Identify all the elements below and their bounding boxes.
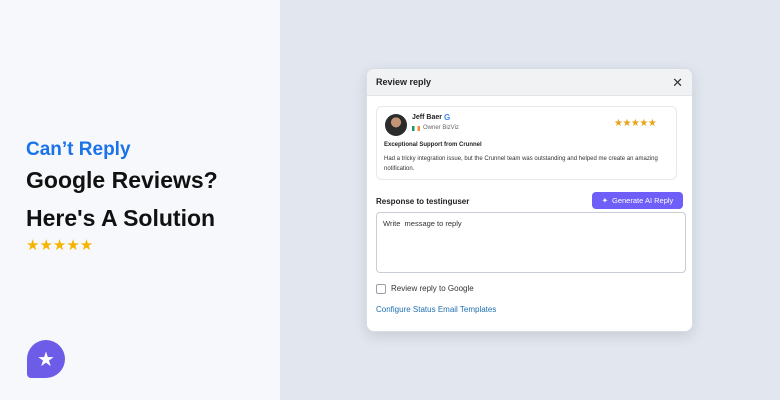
hero-line-3: Here's A Solution [26,205,216,231]
reply-textarea[interactable] [376,212,686,273]
owner-label: Owner BizViz [423,125,459,131]
generate-ai-reply-label: Generate AI Reply [612,196,674,205]
review-reply-google-checkbox[interactable] [376,284,386,294]
review-text: Had a tricky integration issue, but the … [384,156,658,172]
hero-line-2: Google Reviews? [26,167,218,193]
generate-ai-reply-button[interactable]: ✦ Generate AI Reply [592,192,683,209]
google-icon: G [444,113,451,122]
configure-templates-link[interactable]: Configure Status Email Templates [376,305,496,314]
brand-logo: ★ [27,340,65,378]
review-reply-google-label: Review reply to Google [391,284,474,293]
avatar [385,114,407,136]
flag-icon [412,126,420,131]
modal-title: Review reply [376,77,432,87]
hero-stars: ★★★★★ [26,237,94,254]
star-icon: ★ [37,348,55,371]
left-panel: Can’t Reply Google Reviews? Here's A Sol… [0,0,280,400]
modal-header: Review reply ✕ [367,69,692,96]
sparkle-icon: ✦ [601,196,608,205]
hero-line-1: Can’t Reply [26,139,131,160]
review-title: Exceptional Support from Crunnel [384,142,482,148]
response-label: Response to testinguser [376,197,470,206]
close-icon[interactable]: ✕ [672,76,683,89]
review-card: Jeff Baer G Owner BizViz ★★★★★ Exception… [376,106,677,180]
review-reply-modal: Review reply ✕ Jeff Baer G Owner BizViz … [366,68,693,332]
reviewer-name: Jeff Baer [412,114,442,121]
review-stars: ★★★★★ [614,118,657,129]
